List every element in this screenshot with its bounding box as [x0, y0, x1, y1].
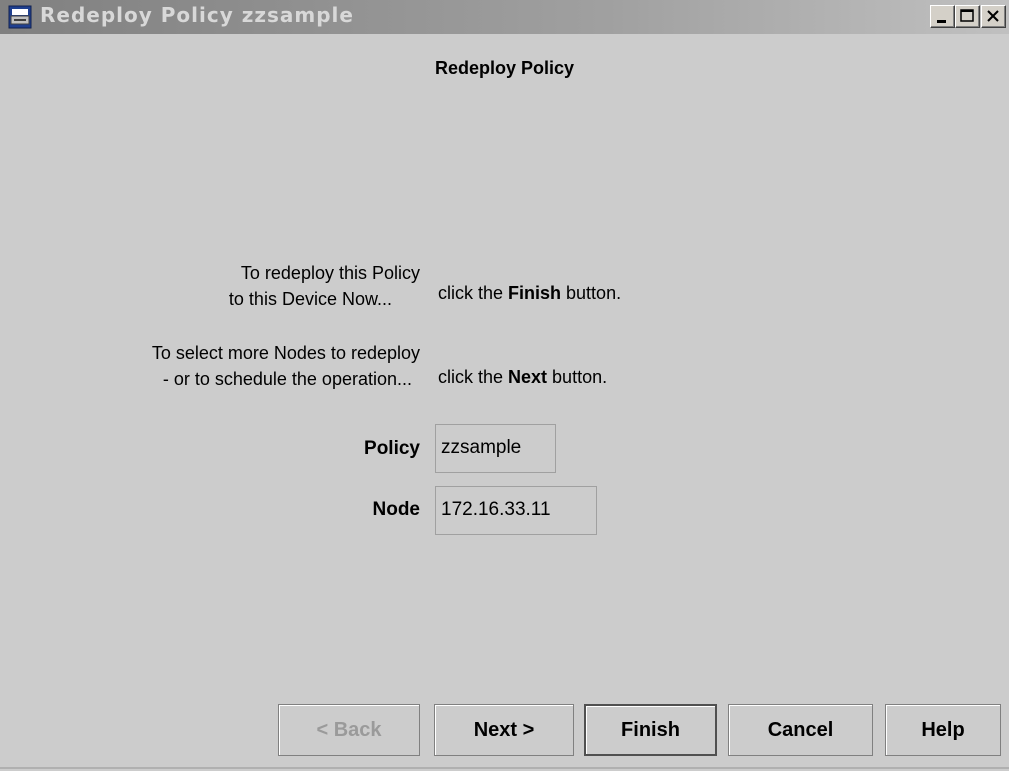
- next-action-suffix: button.: [547, 367, 608, 387]
- maximize-button[interactable]: [955, 5, 980, 28]
- next-prompt-label: To select more Nodes to redeploy - or to…: [20, 340, 420, 392]
- help-button[interactable]: Help: [885, 704, 1001, 756]
- dialog-content: Redeploy Policy To redeploy this Policy …: [0, 34, 1009, 771]
- next-button[interactable]: Next >: [434, 704, 574, 756]
- next-action-bold: Next: [508, 367, 548, 387]
- finish-prompt-label: To redeploy this Policy to this Device N…: [100, 260, 420, 312]
- minimize-button[interactable]: [930, 5, 955, 28]
- finish-action-suffix: button.: [561, 283, 622, 303]
- policy-field: zzsample: [435, 424, 556, 473]
- policy-label: Policy: [364, 438, 420, 459]
- finish-prompt-line2: to this Device Now...: [228, 289, 392, 309]
- next-prompt-line2: - or to schedule the operation...: [162, 369, 412, 389]
- node-field: 172.16.33.11: [435, 486, 597, 535]
- redeploy-policy-window: Redeploy Policy zzsample Redeploy Policy…: [0, 0, 1009, 771]
- maximize-icon: [960, 9, 974, 22]
- finish-prompt-line1: To redeploy this Policy: [240, 263, 420, 283]
- window-title: Redeploy Policy zzsample: [40, 3, 354, 27]
- finish-action-text: click the Finish button.: [438, 280, 621, 306]
- cancel-button[interactable]: Cancel: [728, 704, 873, 756]
- finish-button[interactable]: Finish: [584, 704, 717, 756]
- close-button[interactable]: [981, 5, 1006, 28]
- next-action-prefix: click the: [438, 367, 509, 387]
- next-action-text: click the Next button.: [438, 364, 607, 390]
- title-bar[interactable]: Redeploy Policy zzsample: [0, 0, 1009, 34]
- close-icon: [987, 10, 999, 22]
- dialog-heading: Redeploy Policy: [434, 58, 575, 78]
- bottom-border: [0, 767, 1009, 769]
- finish-action-bold: Finish: [508, 283, 562, 303]
- node-label: Node: [372, 499, 421, 520]
- finish-action-prefix: click the: [438, 283, 509, 303]
- printer-icon: [8, 5, 32, 29]
- back-button[interactable]: < Back: [278, 704, 420, 756]
- next-prompt-line1: To select more Nodes to redeploy: [151, 343, 420, 363]
- minimize-icon: [937, 20, 946, 23]
